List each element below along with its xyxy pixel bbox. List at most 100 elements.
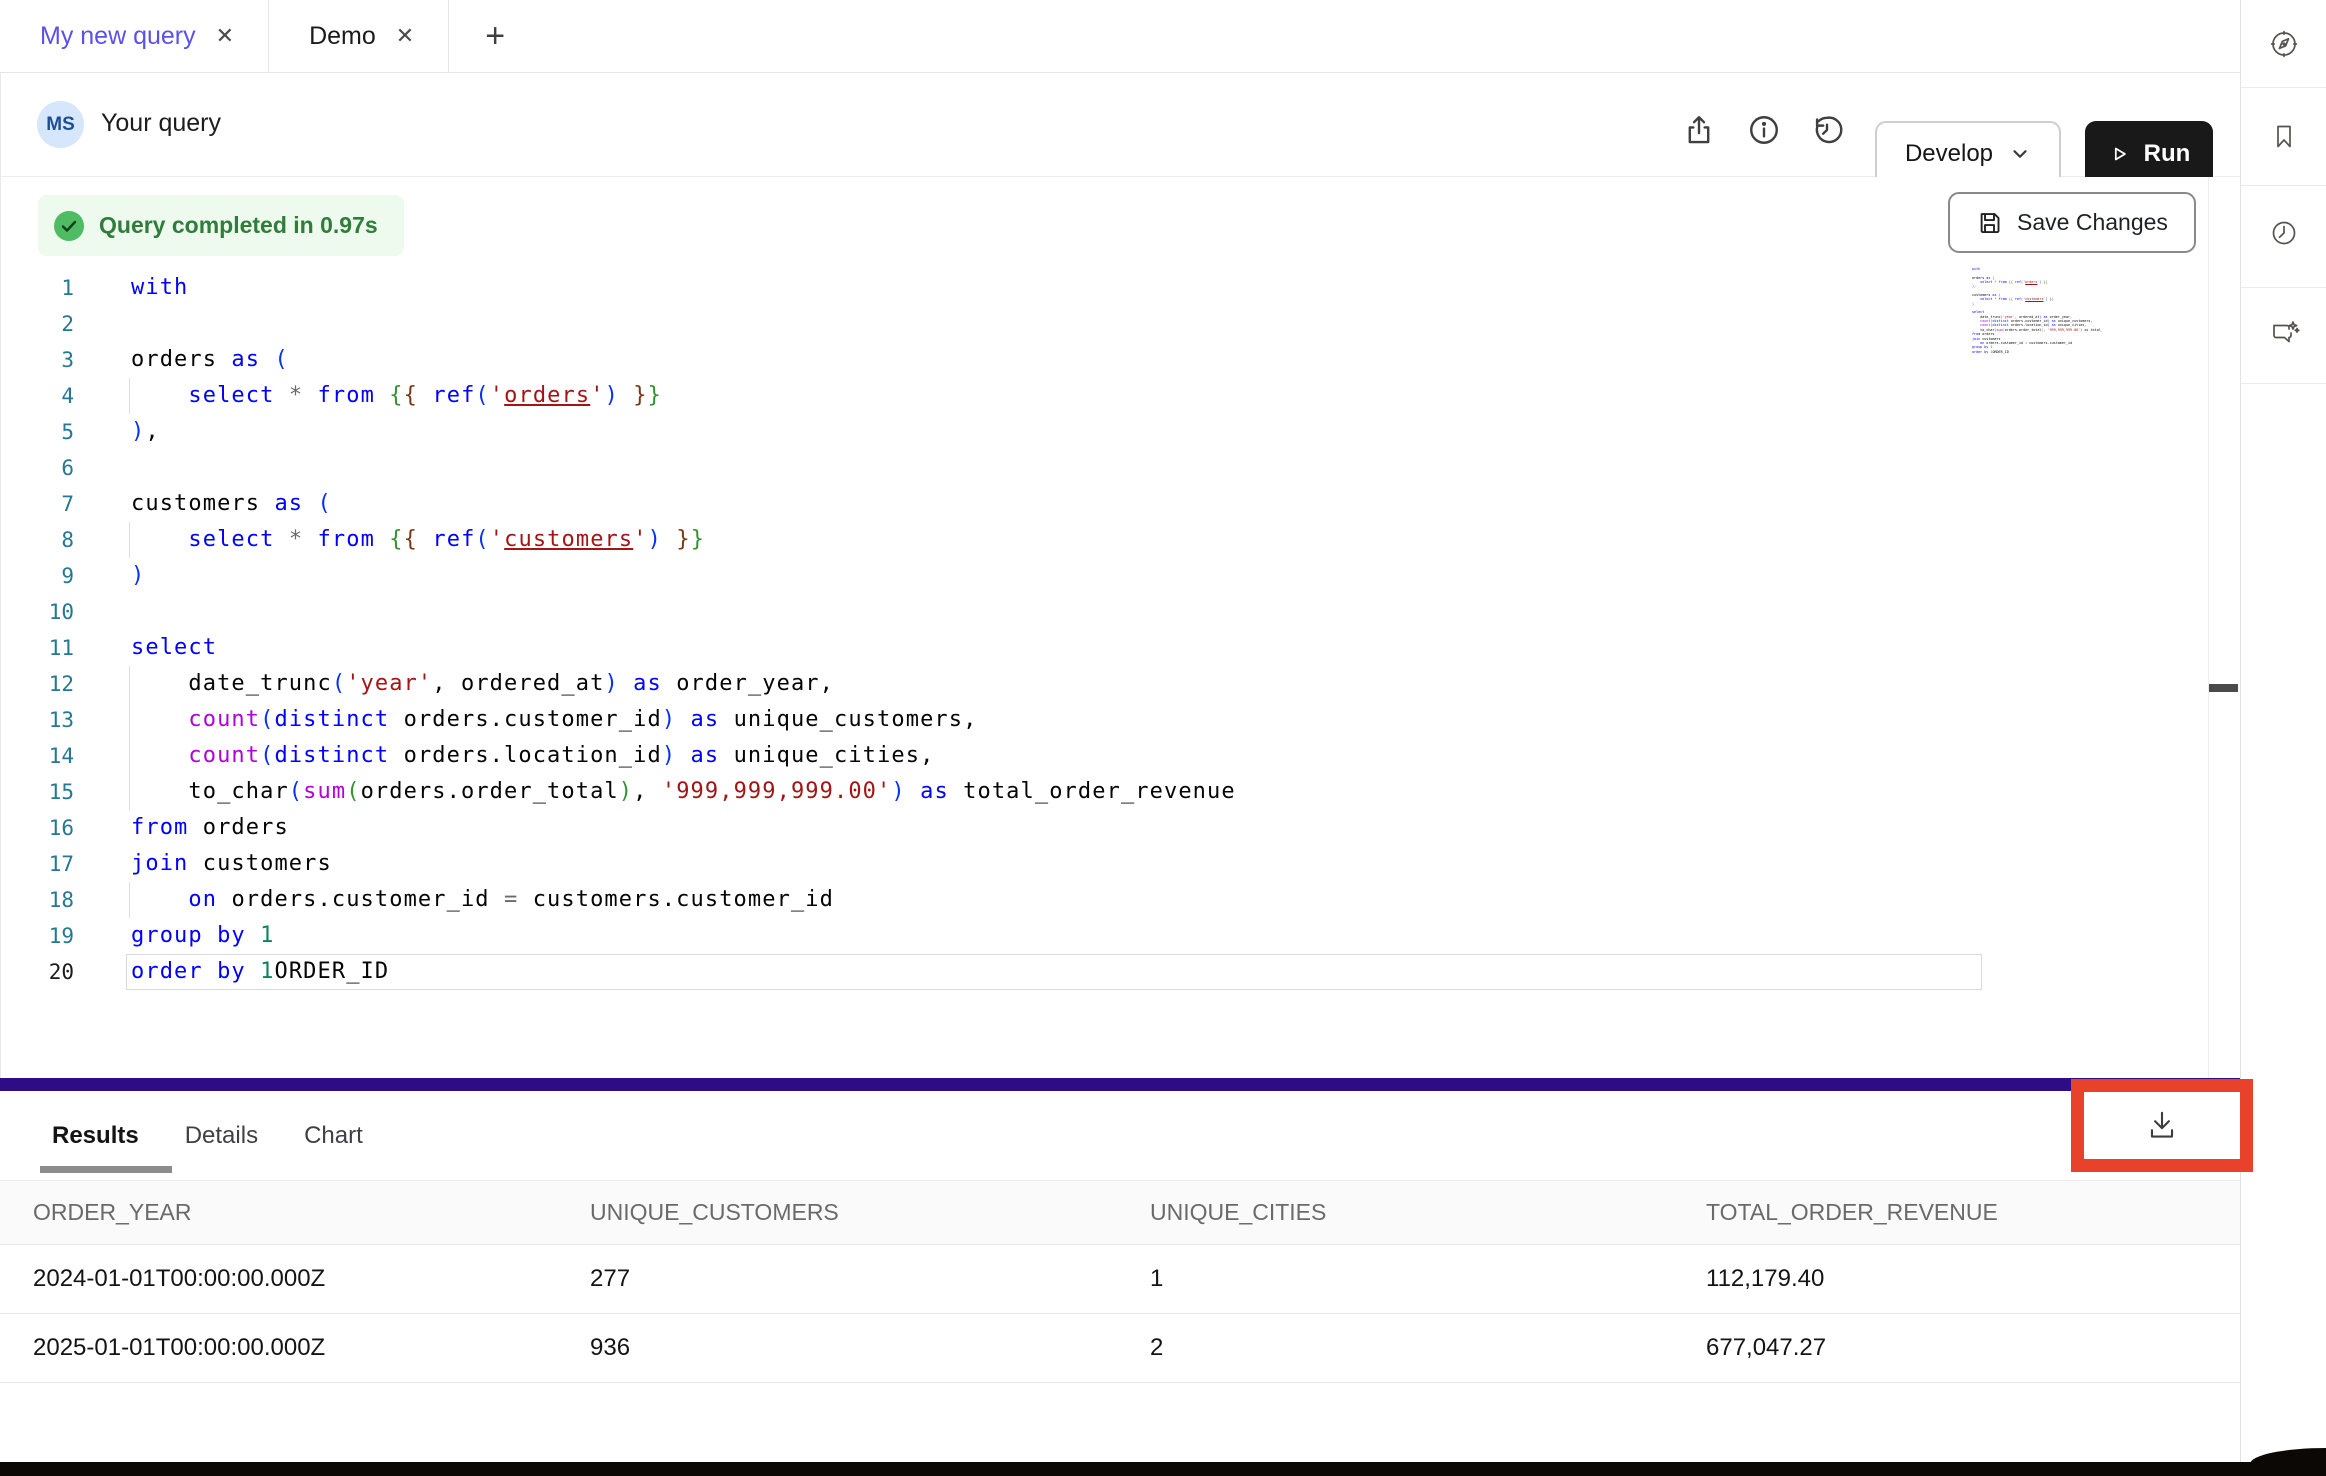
tab-demo[interactable]: Demo ✕ xyxy=(269,0,449,72)
query-status-text: Query completed in 0.97s xyxy=(99,212,378,239)
line-number: 18 xyxy=(0,882,74,918)
sidebar-divider xyxy=(2241,185,2326,186)
tab-chart[interactable]: Chart xyxy=(304,1122,363,1150)
line-number: 15 xyxy=(0,774,74,810)
code-line[interactable]: 5), xyxy=(0,414,2240,450)
code-line[interactable]: 3orders as ( xyxy=(0,342,2240,378)
minimap[interactable]: withorders as ( select * from {{ ref('or… xyxy=(1972,267,2102,354)
line-number: 6 xyxy=(0,450,74,486)
code-line[interactable]: 16from orders xyxy=(0,810,2240,846)
code-line[interactable]: 8 select * from {{ ref('customers') }} xyxy=(0,522,2240,558)
line-number: 16 xyxy=(0,810,74,846)
compass-icon[interactable] xyxy=(2267,27,2301,61)
line-number: 17 xyxy=(0,846,74,882)
line-number: 13 xyxy=(0,702,74,738)
line-number: 12 xyxy=(0,666,74,702)
table-cell: 1 xyxy=(1150,1265,1706,1293)
code-line[interactable]: 9) xyxy=(0,558,2240,594)
code-line[interactable]: 4 select * from {{ ref('orders') }} xyxy=(0,378,2240,414)
info-icon[interactable] xyxy=(1747,113,1781,147)
line-number: 14 xyxy=(0,738,74,774)
code-line[interactable]: 11select xyxy=(0,630,2240,666)
overview-ruler xyxy=(2208,177,2209,1078)
close-icon[interactable]: ✕ xyxy=(396,23,414,49)
code-line[interactable]: 19group by 1 xyxy=(0,918,2240,954)
bottom-edge-strip xyxy=(0,1462,2326,1476)
code-line[interactable]: 6 xyxy=(0,450,2240,486)
column-header: UNIQUE_CUSTOMERS xyxy=(590,1199,1150,1226)
line-number: 11 xyxy=(0,630,74,666)
code-line[interactable]: 12 date_trunc('year', ordered_at) as ord… xyxy=(0,666,2240,702)
save-icon xyxy=(1976,209,2003,236)
tab-my-new-query[interactable]: My new query ✕ xyxy=(0,0,269,72)
column-header: UNIQUE_CITIES xyxy=(1150,1199,1706,1226)
active-tab-underline xyxy=(40,1166,172,1173)
line-number: 2 xyxy=(0,306,74,342)
results-body: 2024-01-01T00:00:00.000Z2771112,179.4020… xyxy=(0,1245,2240,1383)
code-line[interactable]: 20order by 1ORDER_ID xyxy=(0,954,2240,990)
tab-label: My new query xyxy=(40,22,196,51)
code-line[interactable]: 2 xyxy=(0,306,2240,342)
save-changes-button[interactable]: Save Changes xyxy=(1948,192,2196,253)
table-cell: 936 xyxy=(590,1334,1150,1362)
table-cell: 277 xyxy=(590,1265,1150,1293)
results-tab-bar: Results Details Chart xyxy=(0,1091,2240,1180)
develop-label: Develop xyxy=(1905,140,1993,168)
table-cell: 2 xyxy=(1150,1334,1706,1362)
panel-resize-handle[interactable] xyxy=(0,1078,2240,1091)
left-edge-border xyxy=(0,73,1,1078)
tab-results[interactable]: Results xyxy=(52,1122,139,1150)
plus-icon: + xyxy=(485,17,505,56)
code-line[interactable]: 15 to_char(sum(orders.order_total), '999… xyxy=(0,774,2240,810)
line-number: 20 xyxy=(0,954,74,990)
table-cell: 2024-01-01T00:00:00.000Z xyxy=(33,1265,590,1293)
chevron-down-icon xyxy=(2009,143,2031,165)
new-tab-button[interactable]: + xyxy=(449,0,541,72)
table-cell: 112,179.40 xyxy=(1706,1265,2240,1293)
page-title: Your query xyxy=(101,109,221,138)
share-icon[interactable] xyxy=(1682,113,1716,147)
bookmark-icon[interactable] xyxy=(2267,120,2301,154)
line-number: 4 xyxy=(0,378,74,414)
tab-bar: My new query ✕ Demo ✕ + xyxy=(0,0,2240,73)
code-line[interactable]: 13 count(distinct orders.customer_id) as… xyxy=(0,702,2240,738)
close-icon[interactable]: ✕ xyxy=(216,23,234,49)
download-icon xyxy=(2143,1107,2181,1145)
code-lines[interactable]: 1with23orders as (4 select * from {{ ref… xyxy=(0,270,2240,990)
clock-icon[interactable] xyxy=(2267,216,2301,250)
sidebar-divider xyxy=(2241,287,2326,288)
line-number: 7 xyxy=(0,486,74,522)
column-header: ORDER_YEAR xyxy=(33,1199,590,1226)
line-number: 8 xyxy=(0,522,74,558)
table-row[interactable]: 2024-01-01T00:00:00.000Z2771112,179.40 xyxy=(0,1245,2240,1314)
download-results-button-highlighted[interactable] xyxy=(2071,1079,2253,1172)
tab-label: Demo xyxy=(309,22,376,51)
play-icon xyxy=(2108,143,2130,165)
history-icon[interactable] xyxy=(1810,113,1844,147)
check-circle-icon xyxy=(54,211,84,241)
code-line[interactable]: 7customers as ( xyxy=(0,486,2240,522)
ai-chat-icon[interactable] xyxy=(2267,315,2301,349)
sql-editor: Query completed in 0.97s Save Changes 1w… xyxy=(0,177,2240,1078)
code-line[interactable]: 1with xyxy=(0,270,2240,306)
code-line[interactable]: 17join customers xyxy=(0,846,2240,882)
code-line[interactable]: 10 xyxy=(0,594,2240,630)
results-table: ORDER_YEARUNIQUE_CUSTOMERSUNIQUE_CITIEST… xyxy=(0,1180,2240,1383)
table-cell: 677,047.27 xyxy=(1706,1334,2240,1362)
results-header-row: ORDER_YEARUNIQUE_CUSTOMERSUNIQUE_CITIEST… xyxy=(0,1180,2240,1245)
table-row[interactable]: 2025-01-01T00:00:00.000Z9362677,047.27 xyxy=(0,1314,2240,1383)
overview-ruler-cursor-mark xyxy=(2209,684,2238,692)
save-changes-label: Save Changes xyxy=(2017,209,2168,236)
run-label: Run xyxy=(2144,140,2191,168)
line-number: 3 xyxy=(0,342,74,378)
right-sidebar xyxy=(2240,0,2326,1476)
line-number: 9 xyxy=(0,558,74,594)
query-header: MS Your query Develop Run xyxy=(0,73,2240,177)
tab-details[interactable]: Details xyxy=(185,1122,258,1150)
sidebar-divider xyxy=(2241,87,2326,88)
code-line[interactable]: 14 count(distinct orders.location_id) as… xyxy=(0,738,2240,774)
sidebar-divider xyxy=(2241,383,2326,384)
column-header: TOTAL_ORDER_REVENUE xyxy=(1706,1199,2240,1226)
code-line[interactable]: 18 on orders.customer_id = customers.cus… xyxy=(0,882,2240,918)
avatar: MS xyxy=(37,101,84,148)
